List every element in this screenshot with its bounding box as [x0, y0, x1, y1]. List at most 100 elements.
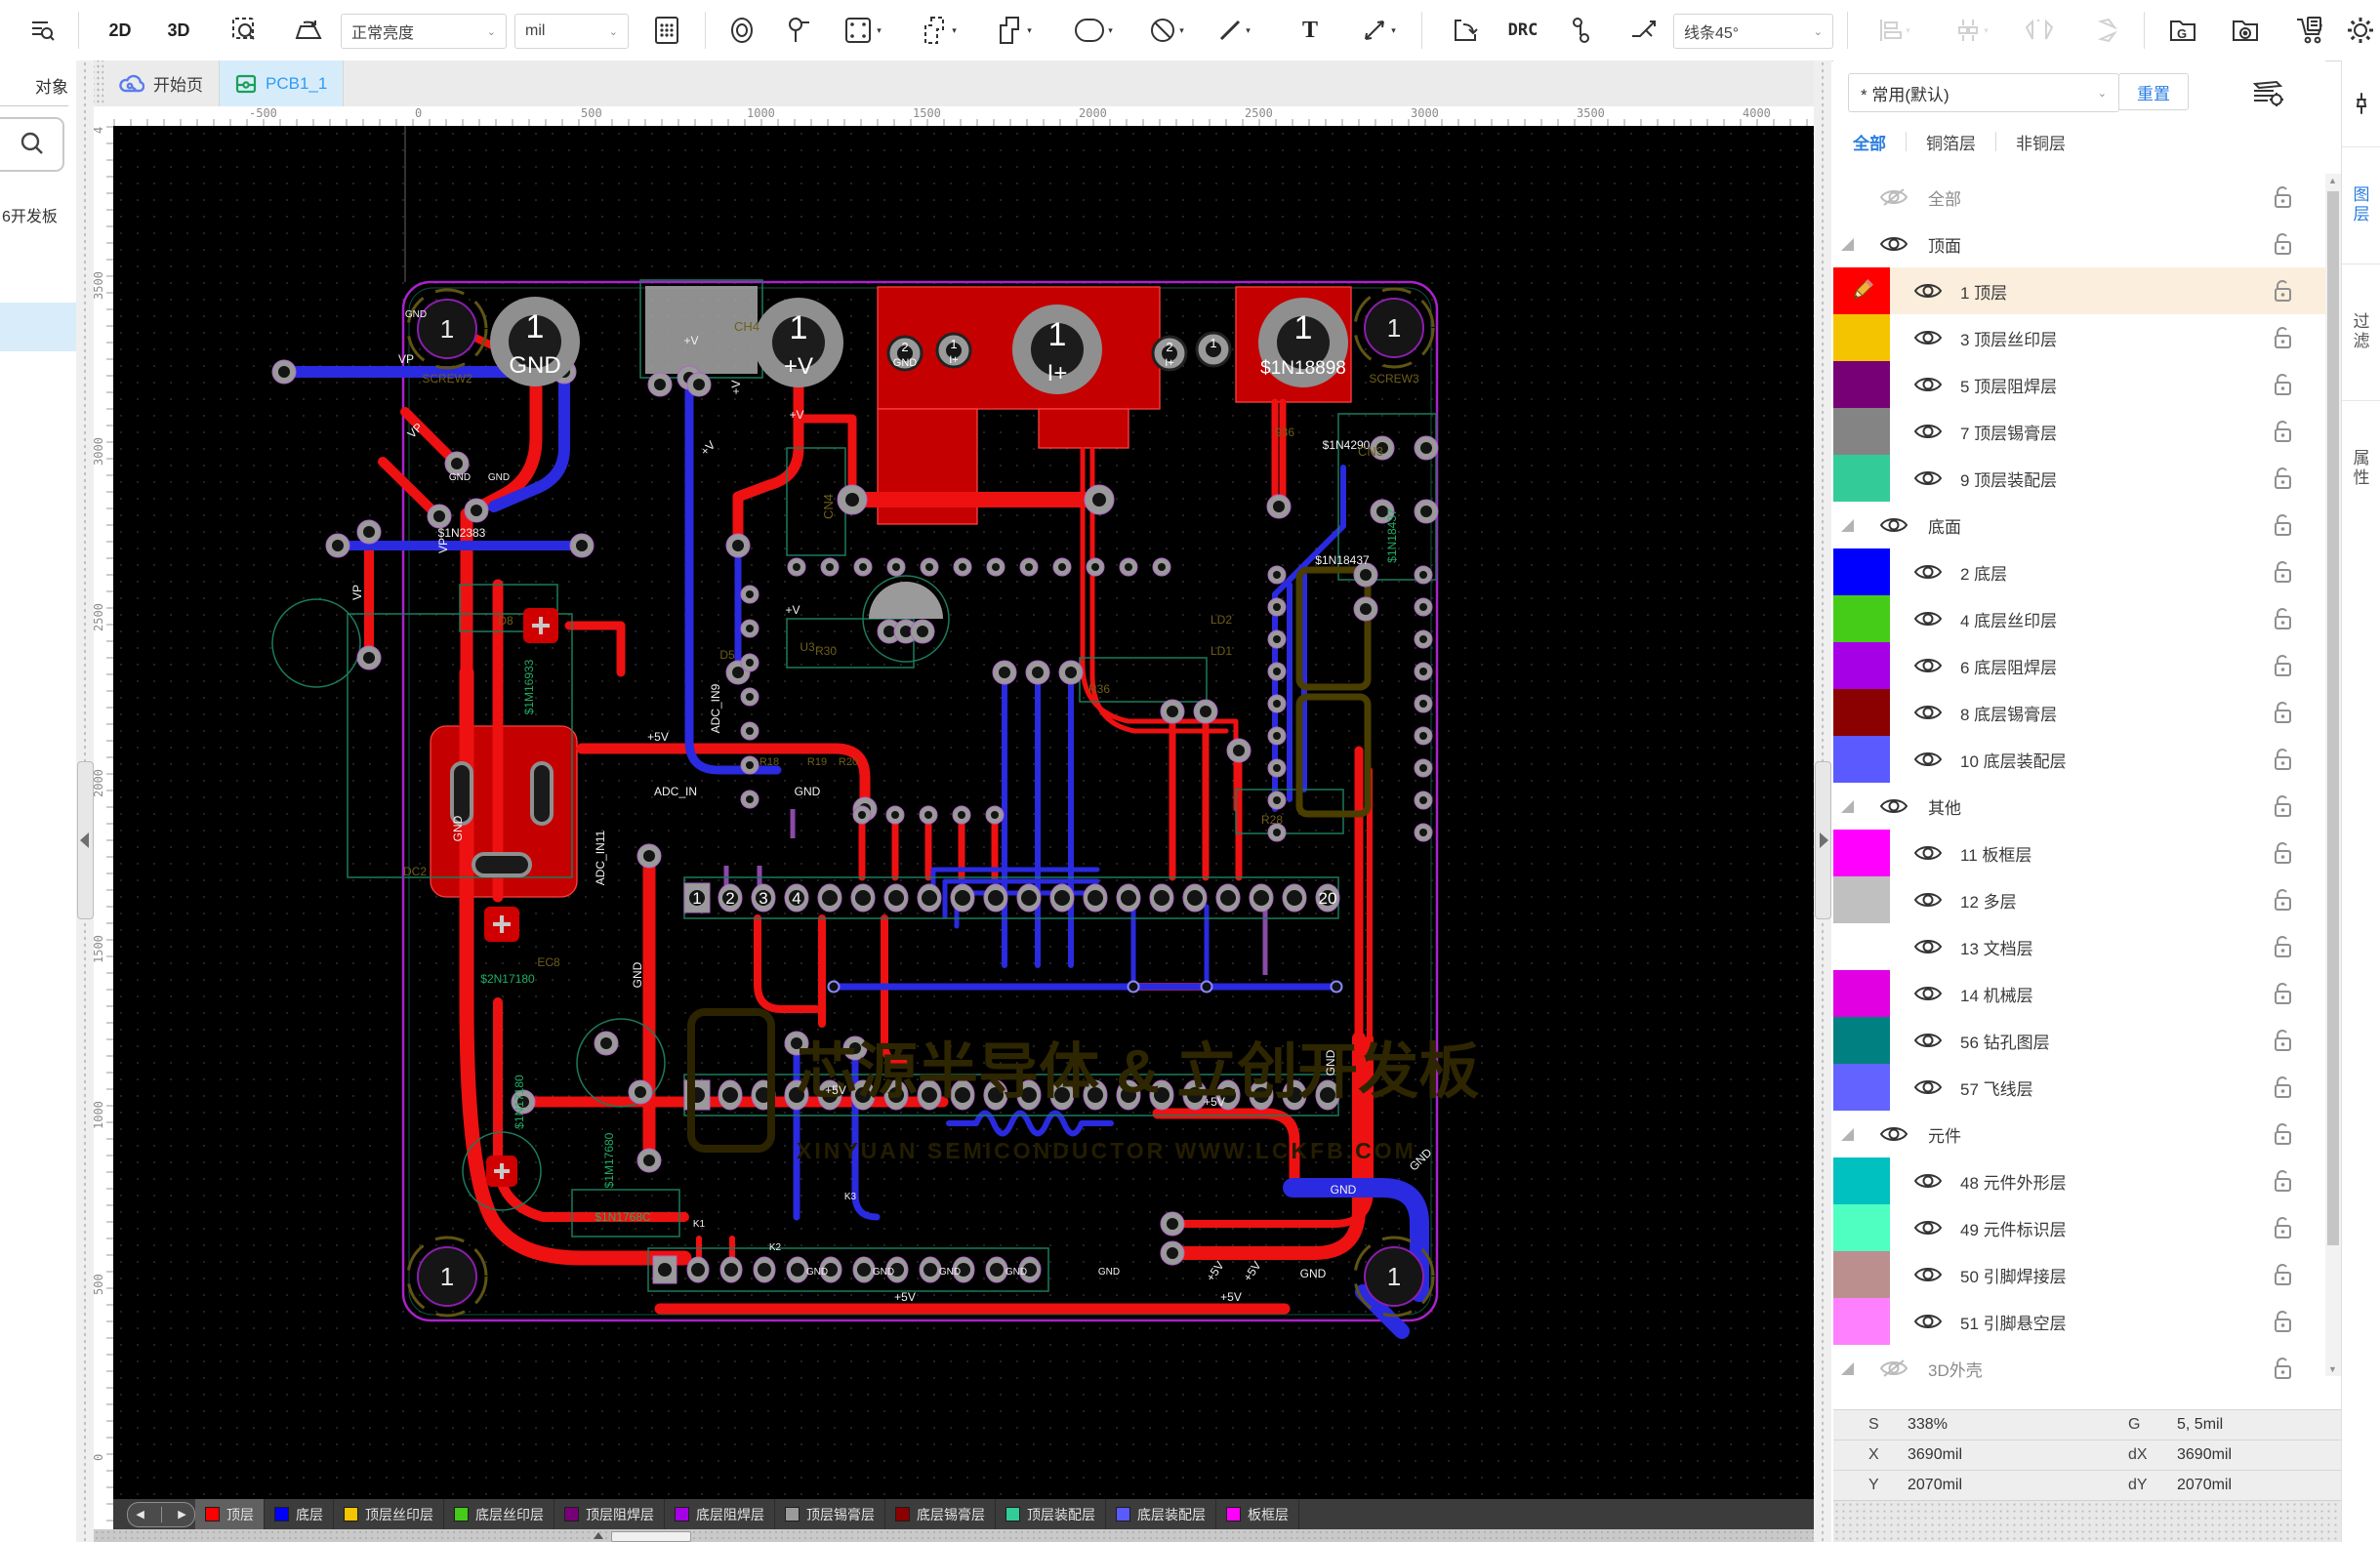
- layer-color-swatch[interactable]: [1833, 642, 1890, 689]
- layer-color-swatch[interactable]: [1833, 923, 1890, 970]
- layer-color-swatch[interactable]: [1833, 548, 1890, 595]
- layer-row-9[interactable]: 9 顶层装配层: [1833, 455, 2325, 502]
- layer-color-swatch[interactable]: [1833, 1204, 1890, 1251]
- eye-visible-icon[interactable]: [1913, 1076, 1943, 1103]
- lock-icon[interactable]: [2273, 1075, 2294, 1105]
- scrollbar-thumb[interactable]: [611, 1531, 691, 1542]
- lock-icon[interactable]: [2273, 747, 2294, 777]
- layer-tab-scroll-arrows[interactable]: ◀ ▶: [127, 1501, 195, 1527]
- lock-icon[interactable]: [2273, 1262, 2294, 1292]
- layer-config-icon[interactable]: [2251, 78, 2284, 112]
- expand-triangle-icon[interactable]: [1841, 1128, 1854, 1141]
- pad-tool-icon[interactable]: [722, 0, 761, 61]
- layer-row-51[interactable]: 51 引脚悬空层: [1833, 1298, 2325, 1345]
- bottom-layer-tab-6[interactable]: 顶层锡膏层: [775, 1499, 885, 1529]
- left-splitter[interactable]: [76, 61, 94, 1542]
- bottom-layer-tab-8[interactable]: 顶层装配层: [996, 1499, 1106, 1529]
- unit-select[interactable]: mil ⌄: [514, 14, 629, 49]
- layer-group-顶面[interactable]: 顶面: [1833, 221, 2325, 267]
- layer-row-50[interactable]: 50 引脚焊接层: [1833, 1251, 2325, 1298]
- bottom-layer-tab-9[interactable]: 底层装配层: [1106, 1499, 1216, 1529]
- horizontal-scrollbar[interactable]: [94, 1529, 1814, 1542]
- eye-visible-icon[interactable]: [1913, 749, 1943, 775]
- lock-icon[interactable]: [2273, 1028, 2294, 1058]
- eye-visible-icon[interactable]: [1913, 1170, 1943, 1197]
- layer-row-56[interactable]: 56 钻孔图层: [1833, 1017, 2325, 1064]
- eye-visible-icon[interactable]: [1913, 280, 1943, 306]
- collapse-right-handle[interactable]: [1815, 761, 1831, 919]
- layer-row-2[interactable]: 2 底层: [1833, 548, 2325, 595]
- layer-row-1[interactable]: 1 顶层: [1833, 267, 2325, 314]
- eye-visible-icon[interactable]: [1913, 842, 1943, 869]
- track-tool-icon[interactable]: ▾: [1209, 0, 1259, 61]
- tab-pcb1-1[interactable]: PCB1_1: [220, 61, 345, 106]
- drc-button[interactable]: DRC: [1501, 0, 1544, 61]
- view-rotate-icon[interactable]: [289, 0, 328, 61]
- net-split-icon[interactable]: [1622, 0, 1665, 61]
- bottom-layer-tab-0[interactable]: 顶层: [195, 1499, 265, 1529]
- lock-icon[interactable]: [2273, 934, 2294, 964]
- eye-visible-icon[interactable]: [1913, 374, 1943, 400]
- tree-selected-row[interactable]: [0, 303, 76, 351]
- solid-region-tool-icon[interactable]: ▾: [989, 0, 1040, 61]
- lock-icon[interactable]: [2273, 887, 2294, 917]
- eye-visible-icon[interactable]: [1879, 795, 1908, 822]
- lock-icon[interactable]: [2273, 700, 2294, 730]
- bottom-layer-tab-3[interactable]: 底层丝印层: [444, 1499, 554, 1529]
- distribute-icon[interactable]: ▾: [1945, 0, 1999, 61]
- layer-row-12[interactable]: 12 多层: [1833, 876, 2325, 923]
- layer-row-13[interactable]: 13 文档层: [1833, 923, 2325, 970]
- collapse-left-handle[interactable]: [77, 761, 94, 919]
- import-icon[interactable]: [1445, 0, 1488, 61]
- layer-row-11[interactable]: 11 板框层: [1833, 830, 2325, 876]
- pin-panel-icon[interactable]: [2342, 61, 2380, 147]
- layer-row-6[interactable]: 6 底层阻焊层: [1833, 642, 2325, 689]
- via-tool-icon[interactable]: [779, 0, 818, 61]
- panel-search-icon[interactable]: [25, 0, 61, 61]
- lock-icon[interactable]: [2273, 372, 2294, 402]
- eye-visible-icon[interactable]: [1913, 1217, 1943, 1243]
- gerber-export-icon[interactable]: G: [2159, 0, 2206, 61]
- lock-icon[interactable]: [2273, 1121, 2294, 1152]
- layer-color-swatch[interactable]: [1833, 1064, 1890, 1111]
- filter-tab-2[interactable]: 非铜层: [2016, 130, 2066, 154]
- order-cart-icon[interactable]: [2286, 0, 2333, 61]
- eye-visible-icon[interactable]: [1913, 1030, 1943, 1056]
- lock-icon[interactable]: [2273, 1215, 2294, 1245]
- lock-icon[interactable]: [2273, 1309, 2294, 1339]
- text-tool-icon[interactable]: T: [1291, 0, 1330, 61]
- route-angle-select[interactable]: 线条45° ⌄: [1673, 14, 1833, 49]
- expand-triangle-icon[interactable]: [1841, 800, 1854, 813]
- right-splitter[interactable]: [1814, 61, 1831, 1542]
- tab-layers[interactable]: 图层: [2342, 146, 2380, 264]
- eye-hidden-icon[interactable]: [1879, 186, 1908, 213]
- pcb-canvas[interactable]: 1 2 3 4 20 1 1 1 1 1 GND 1 +V 1 I+ 1 $1N18898 2 GND 1 I+ 2 I+…: [113, 126, 1814, 1542]
- resize-grip[interactable]: [1833, 1500, 2380, 1542]
- expand-triangle-icon[interactable]: [1841, 1362, 1854, 1375]
- grid-settings-icon[interactable]: [647, 0, 686, 61]
- eye-visible-icon[interactable]: [1913, 327, 1943, 353]
- lock-icon[interactable]: [2273, 793, 2294, 824]
- layer-list-scrollbar[interactable]: ▲ ▼: [2325, 174, 2341, 1376]
- lock-icon[interactable]: [2273, 1356, 2294, 1386]
- lock-icon[interactable]: [2273, 840, 2294, 871]
- lock-icon[interactable]: [2273, 606, 2294, 636]
- layer-row-57[interactable]: 57 飞线层: [1833, 1064, 2325, 1111]
- lock-icon[interactable]: [2273, 1168, 2294, 1198]
- layer-row-14[interactable]: 14 机械层: [1833, 970, 2325, 1017]
- layer-color-swatch[interactable]: [1833, 970, 1890, 1017]
- lock-icon[interactable]: [2273, 559, 2294, 589]
- circle-tool-icon[interactable]: ▾: [1068, 0, 1119, 61]
- bottom-layer-tab-2[interactable]: 顶层丝印层: [334, 1499, 444, 1529]
- lock-icon[interactable]: [2273, 325, 2294, 355]
- tab-filter[interactable]: 过滤: [2342, 264, 2380, 401]
- dimension-tool-icon[interactable]: ▾: [1353, 0, 1404, 61]
- eye-visible-icon[interactable]: [1913, 983, 1943, 1009]
- layer-row-48[interactable]: 48 元件外形层: [1833, 1157, 2325, 1204]
- layer-color-swatch[interactable]: [1833, 361, 1890, 408]
- layer-row-8[interactable]: 8 底层锡膏层: [1833, 689, 2325, 736]
- eye-visible-icon[interactable]: [1913, 608, 1943, 634]
- layer-preset-select[interactable]: * 常用(默认) ⌄: [1848, 73, 2119, 112]
- flip-horizontal-icon[interactable]: [2017, 0, 2062, 61]
- layer-color-swatch[interactable]: [1833, 1157, 1890, 1204]
